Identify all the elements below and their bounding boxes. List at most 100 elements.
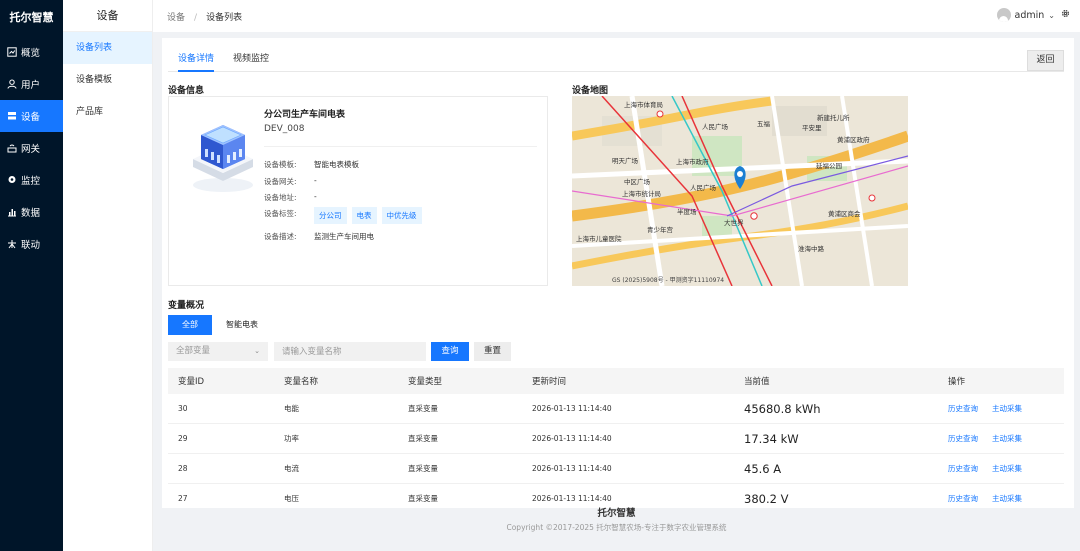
map-label: 人民广场 <box>690 184 716 192</box>
sidebar-item-device-template[interactable]: 设备模板 <box>63 64 152 96</box>
active-collect-link[interactable]: 主动采集 <box>992 464 1022 473</box>
top-header: 设备 / 设备列表 admin ⌄ <box>153 0 1080 32</box>
tag-badge: 电表 <box>351 207 377 224</box>
tab-video-monitor[interactable]: 视频监控 <box>233 46 269 72</box>
map-label: 明天广场 <box>612 157 638 165</box>
cell-value: 380.2 V <box>744 491 789 506</box>
map-label: 新建托儿所 <box>817 114 850 122</box>
nav-item-gateway[interactable]: 网关 <box>0 132 63 164</box>
variables-title: 变量概况 <box>168 301 205 311</box>
map-label: 平安里 <box>802 124 822 132</box>
device-code: DEV_008 <box>264 124 305 134</box>
device-info-title: 设备信息 <box>168 86 205 96</box>
breadcrumb-separator: / <box>194 12 198 23</box>
device-image <box>189 115 257 195</box>
map-label: 五福 <box>757 120 770 128</box>
cell-value: 17.34 kW <box>744 431 799 446</box>
cell-time: 2026-01-13 11:14:40 <box>532 404 612 413</box>
variable-type-select[interactable]: 全部变量 ⌄ <box>168 342 268 361</box>
user-menu[interactable]: admin ⌄ <box>996 8 1070 22</box>
nav-item-overview[interactable]: 概览 <box>0 36 63 68</box>
map-label: 中区广场 <box>624 178 650 186</box>
nav-item-label: 用户 <box>21 80 41 91</box>
gear-icon[interactable] <box>1061 9 1070 21</box>
table-header: 变量ID 变量名称 变量类型 更新时间 当前值 操作 <box>168 368 1064 394</box>
history-query-link[interactable]: 历史查询 <box>948 434 978 443</box>
tag-badge: 中优先级 <box>381 207 422 224</box>
map-copyright: GS (2025)5908号 - 甲测资字11110974 <box>612 277 725 284</box>
cell-value: 45.6 A <box>744 461 782 476</box>
device-name: 分公司生产车间电表 <box>264 110 346 120</box>
active-collect-link[interactable]: 主动采集 <box>992 404 1022 413</box>
active-collect-link[interactable]: 主动采集 <box>992 434 1022 443</box>
nav-item-devices[interactable]: 设备 <box>0 100 63 132</box>
cell-actions: 历史查询 主动采集 <box>948 493 1036 504</box>
field-description: 设备描述: 监测生产车间用电 <box>264 231 374 242</box>
field-label: 设备标签: <box>264 209 297 218</box>
nav-item-users[interactable]: 用户 <box>0 68 63 100</box>
variable-search-input[interactable] <box>274 342 426 361</box>
cell-id: 28 <box>178 464 188 473</box>
cell-id: 27 <box>178 494 188 503</box>
select-value: 全部变量 <box>176 346 211 356</box>
map-label: 上海市政府 <box>676 158 709 166</box>
map-label: 上海市体育局 <box>624 101 663 109</box>
map-label: 延福公园 <box>816 162 842 170</box>
history-query-link[interactable]: 历史查询 <box>948 464 978 473</box>
nav-item-label: 监控 <box>21 176 41 187</box>
field-value: - <box>314 192 317 201</box>
sidebar-item-device-list[interactable]: 设备列表 <box>63 32 152 64</box>
history-query-link[interactable]: 历史查询 <box>948 404 978 413</box>
cell-type: 直采变量 <box>408 434 438 443</box>
breadcrumb-root[interactable]: 设备 <box>167 13 185 23</box>
column-header: 变量名称 <box>284 377 319 387</box>
chart-icon <box>7 207 17 217</box>
field-label: 设备网关: <box>264 177 297 186</box>
tag-list: 分公司 电表 中优先级 <box>314 207 427 224</box>
query-button[interactable]: 查询 <box>431 342 469 361</box>
cell-type: 直采变量 <box>408 494 438 503</box>
nav-item-label: 概览 <box>21 48 41 59</box>
breadcrumb: 设备 / 设备列表 <box>167 10 242 23</box>
table-row: 28 电流 直采变量 2026-01-13 11:14:40 45.6 A 历史… <box>168 454 1064 484</box>
cell-name: 电能 <box>284 404 299 413</box>
cell-name: 功率 <box>284 434 299 443</box>
field-template: 设备模板: 智能电表模板 <box>264 159 359 170</box>
footer-title: 托尔智慧 <box>597 508 636 519</box>
sub-sidebar: 设备 设备列表 设备模板 产品库 <box>63 0 153 551</box>
user-icon <box>7 79 17 89</box>
history-query-link[interactable]: 历史查询 <box>948 494 978 503</box>
linkage-icon <box>7 239 17 249</box>
nav-item-monitor[interactable]: 监控 <box>0 164 63 196</box>
cell-type: 直采变量 <box>408 404 438 413</box>
map-label: 淮海中路 <box>798 245 824 253</box>
variable-filter-tabs: 全部 智能电表 <box>168 315 272 335</box>
cell-id: 30 <box>178 404 188 413</box>
tab-all-variables[interactable]: 全部 <box>168 315 212 335</box>
device-map[interactable]: 上海市体育局 人民广场 新建托儿所 黄浦区政府 明天广场 上海市政府 中区广场 … <box>572 96 908 286</box>
nav-item-linkage[interactable]: 联动 <box>0 228 63 260</box>
cell-id: 29 <box>178 434 188 443</box>
field-value: 智能电表模板 <box>314 160 359 169</box>
nav-item-label: 联动 <box>21 240 41 251</box>
breadcrumb-current: 设备列表 <box>206 12 243 23</box>
tab-smart-meter[interactable]: 智能电表 <box>212 315 272 335</box>
sidebar-item-product-library[interactable]: 产品库 <box>63 96 152 128</box>
map-label: 上海市儿童医院 <box>576 235 622 243</box>
tab-device-detail[interactable]: 设备详情 <box>178 46 215 72</box>
cell-time: 2026-01-13 11:14:40 <box>532 464 612 473</box>
reset-button[interactable]: 重置 <box>474 342 511 361</box>
main-nav: 托尔智慧 概览 用户 设备 网关 监控 数据 联动 <box>0 0 63 551</box>
field-address: 设备地址: - <box>264 192 317 203</box>
nav-item-data[interactable]: 数据 <box>0 196 63 228</box>
footer: 托尔智慧 Copyright ©2017-2025 托尔智慧农场-专注于数字农业… <box>153 505 1080 533</box>
field-label: 设备地址: <box>264 193 297 202</box>
username: admin <box>1014 9 1045 21</box>
cell-actions: 历史查询 主动采集 <box>948 433 1036 444</box>
field-value: - <box>314 176 317 185</box>
cell-time: 2026-01-13 11:14:40 <box>532 494 612 503</box>
device-icon <box>7 111 17 121</box>
tag-badge: 分公司 <box>314 207 347 224</box>
active-collect-link[interactable]: 主动采集 <box>992 494 1022 503</box>
back-button[interactable]: 返回 <box>1027 50 1064 71</box>
